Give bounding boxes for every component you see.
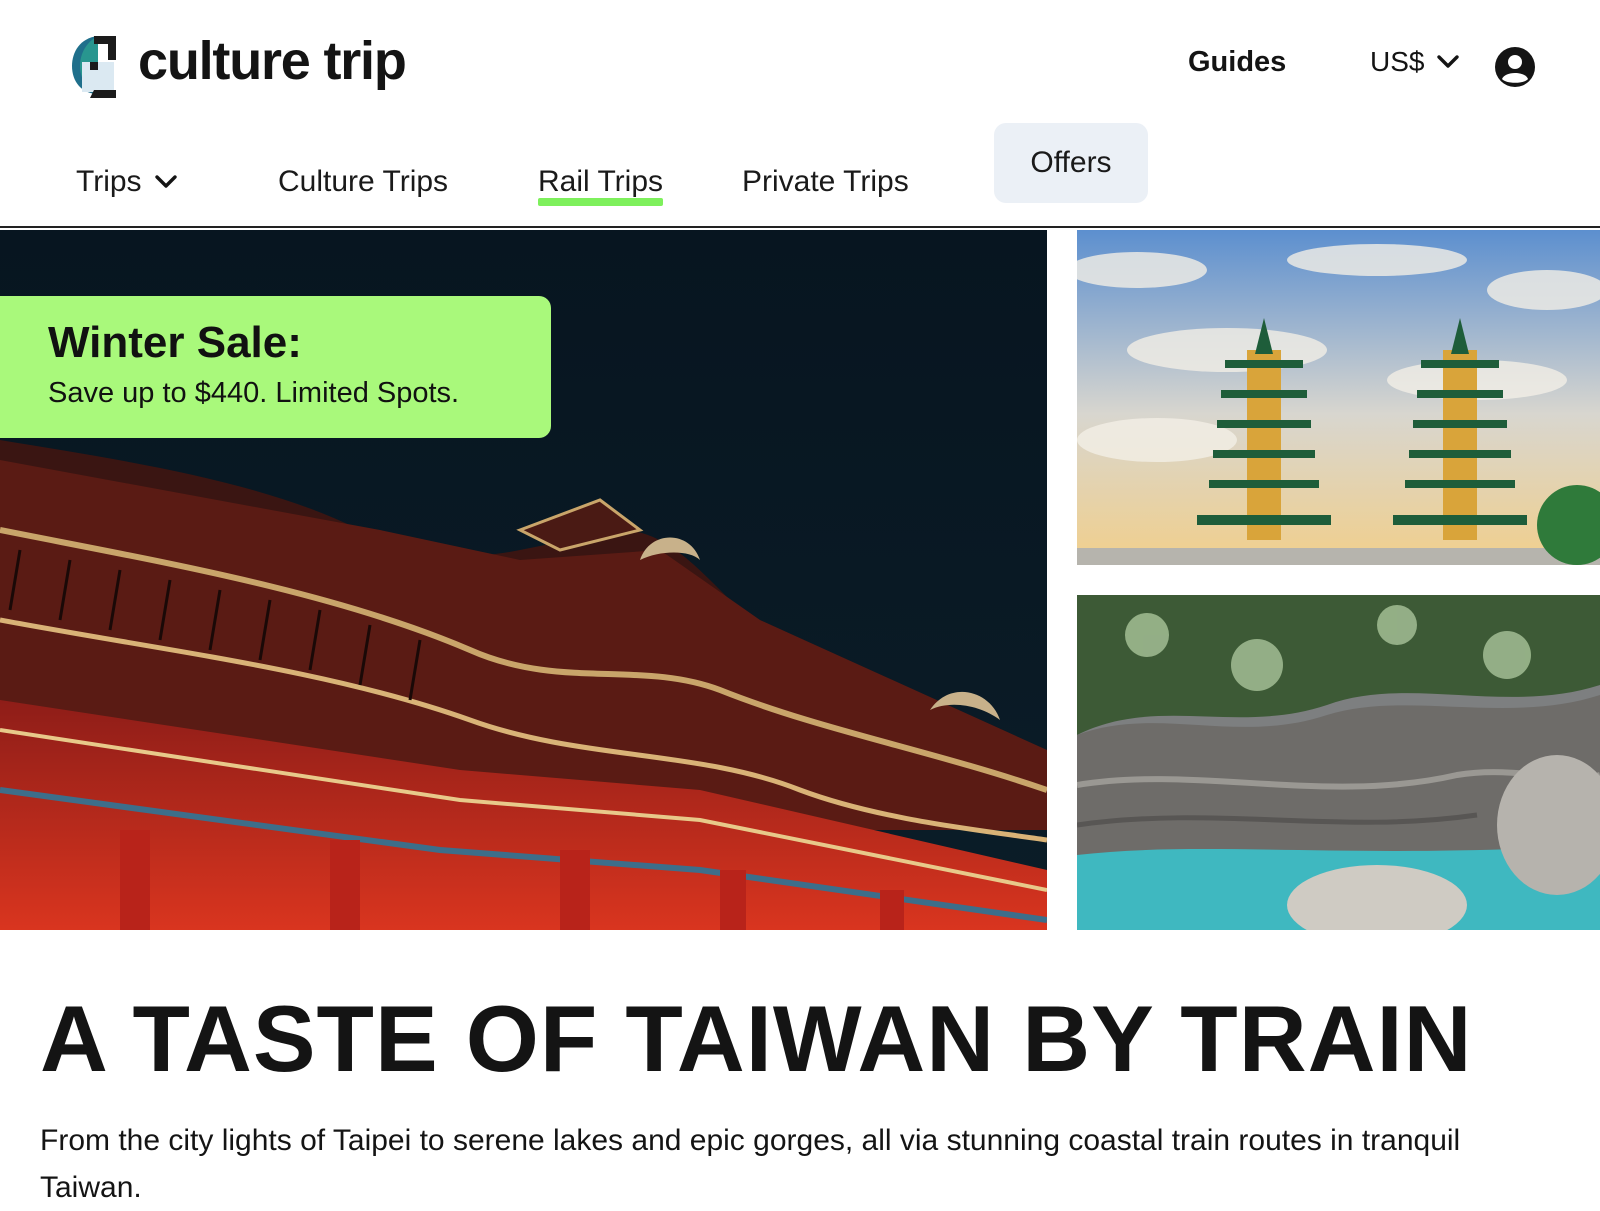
gorge-illustration (1077, 595, 1600, 930)
nav-culture-trips[interactable]: Culture Trips (278, 142, 448, 222)
user-circle-icon[interactable] (1494, 46, 1536, 88)
nav-offers-button[interactable]: Offers (994, 123, 1148, 203)
nav-trips-dropdown[interactable]: Trips (76, 142, 178, 222)
winter-sale-banner[interactable]: Winter Sale: Save up to $440. Limited Sp… (0, 296, 551, 438)
guides-link[interactable]: Guides (1188, 46, 1286, 79)
page-title: A TASTE OF TAIWAN BY TRAIN (40, 986, 1473, 1091)
currency-selector[interactable]: US$ (1370, 46, 1460, 78)
currency-label: US$ (1370, 46, 1425, 77)
nav-trips-label: Trips (76, 165, 142, 198)
nav-private-trips[interactable]: Private Trips (742, 142, 909, 222)
culture-trip-logo-icon (72, 36, 116, 98)
gallery-image-gorge[interactable] (1077, 595, 1600, 930)
gallery-image-pagodas[interactable] (1077, 230, 1600, 565)
nav-rail-trips[interactable]: Rail Trips (538, 142, 664, 222)
nav-rail-trips-label: Rail Trips (538, 165, 664, 198)
chevron-down-icon (154, 175, 177, 188)
sale-subtitle: Save up to $440. Limited Spots. (48, 376, 460, 409)
brand-name: culture trip (138, 31, 407, 91)
brand-logo-link[interactable]: culture trip (68, 30, 407, 100)
sale-title: Winter Sale: (48, 318, 302, 367)
chevron-down-icon (1437, 55, 1460, 68)
pagodas-illustration (1077, 230, 1600, 565)
active-tab-underline (538, 198, 664, 206)
trip-intro-text: From the city lights of Taipei to serene… (40, 1124, 1461, 1204)
main-nav: Trips Culture Trips Rail Trips Private T… (0, 120, 1600, 228)
site-header: culture trip Guides US$ (0, 0, 1600, 120)
